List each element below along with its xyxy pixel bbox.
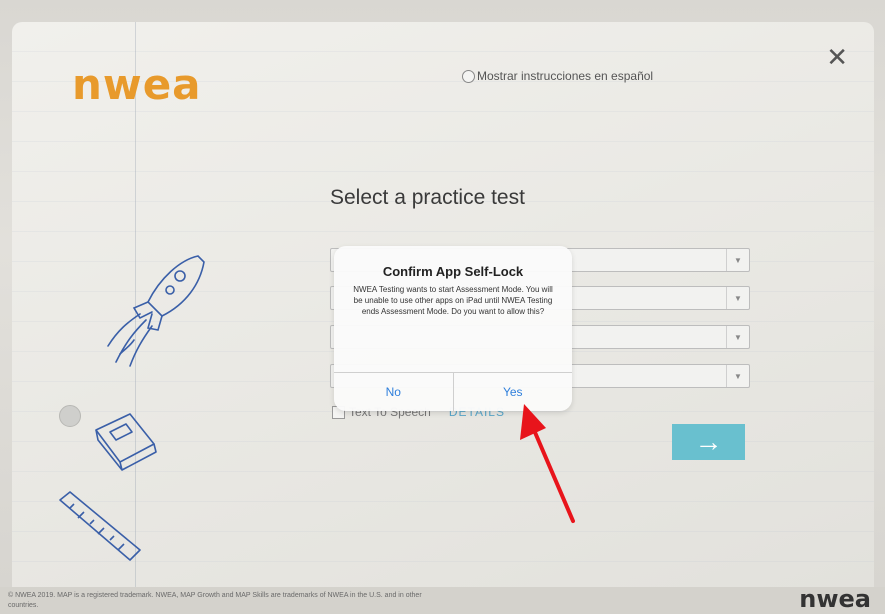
dialog-buttons: No Yes [334, 372, 572, 411]
radio-icon[interactable] [462, 69, 475, 83]
footer-copyright: © NWEA 2019. MAP is a registered tradema… [8, 592, 422, 609]
ruler-doodle-icon [59, 491, 141, 561]
spanish-instructions-label: Mostrar instrucciones en español [477, 69, 654, 83]
arrow-right-icon: → [694, 426, 723, 457]
rocket-doodle-icon [107, 255, 205, 367]
page-title: Select a practice test [330, 186, 525, 209]
ipad-screen: nwea ✕ Mostrar instrucciones en español … [12, 22, 874, 587]
photo-background: nwea ✕ Mostrar instrucciones en español … [0, 0, 885, 614]
book-doodle-icon [95, 413, 157, 471]
confirm-self-lock-dialog: Confirm App Self-Lock NWEA Testing wants… [334, 246, 572, 411]
footer: © NWEA 2019. MAP is a registered tradema… [0, 585, 885, 614]
chevron-down-icon: ▼ [726, 287, 749, 309]
screen-dot-decoration [59, 405, 81, 427]
next-button[interactable]: → [672, 424, 745, 460]
no-button[interactable]: No [334, 373, 453, 411]
chevron-down-icon: ▼ [726, 365, 749, 387]
chevron-down-icon: ▼ [726, 249, 749, 271]
dialog-message: NWEA Testing wants to start Assessment M… [353, 285, 553, 316]
close-icon[interactable]: ✕ [826, 44, 848, 70]
chevron-down-icon: ▼ [726, 326, 749, 348]
nwea-logo: nwea [72, 60, 202, 109]
yes-button[interactable]: Yes [452, 373, 573, 411]
dialog-title: Confirm App Self-Lock [382, 264, 524, 279]
footer-nwea-logo: nwea [799, 585, 871, 613]
spanish-instructions-option[interactable]: Mostrar instrucciones en español [462, 69, 653, 83]
